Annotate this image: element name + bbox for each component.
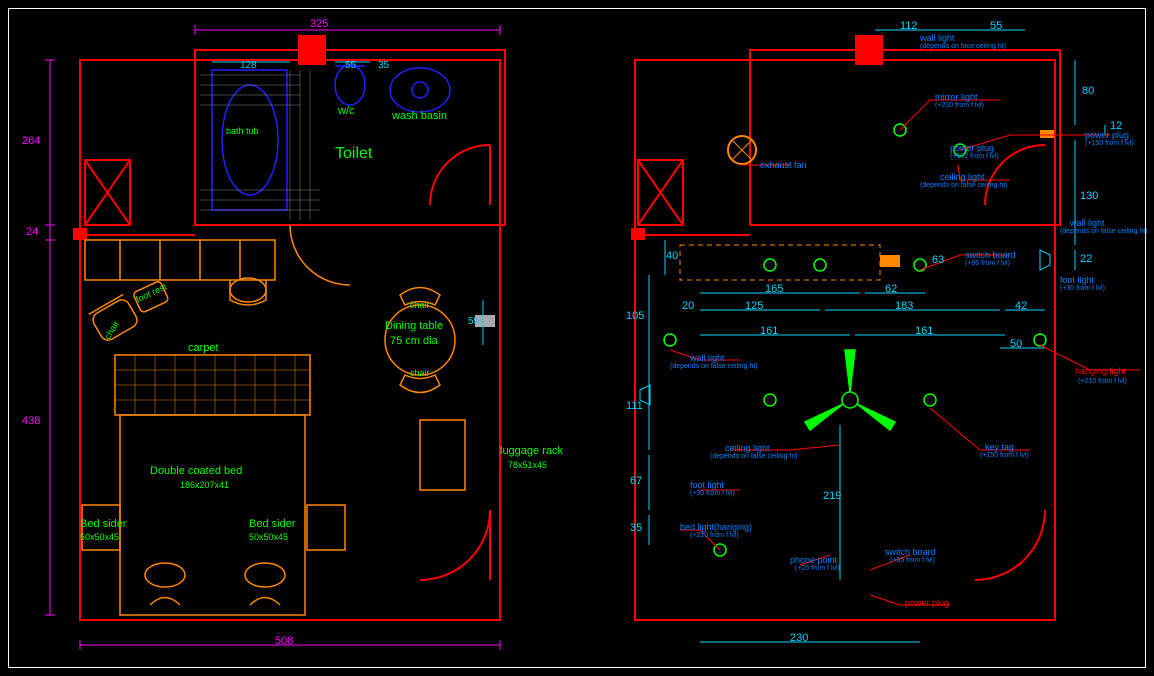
dim-l105: 105	[626, 310, 644, 322]
dim-63: 63	[932, 254, 944, 266]
lbl-power: power plug	[950, 143, 994, 153]
dim-230: 230	[790, 632, 808, 644]
lbl-power3: power plug	[905, 598, 949, 608]
dim-l40: 40	[666, 250, 678, 262]
dim-r-112: 112	[900, 20, 918, 32]
dim-r-80: 80	[1082, 85, 1094, 97]
lbl-power2-note: (+150 from f lvl)	[1085, 140, 1134, 147]
dim-r-55: 55	[990, 20, 1002, 32]
dim-l111: 111	[626, 400, 643, 412]
dim-161a: 161	[760, 325, 778, 337]
dim-62: 62	[885, 283, 897, 295]
dim-r-22: 22	[1080, 253, 1092, 265]
dim-r-130: 130	[1080, 190, 1098, 202]
lbl-ceiling2: ceiling light	[725, 443, 770, 453]
lbl-phone: phone point	[790, 555, 837, 565]
dim-42: 42	[1015, 300, 1027, 312]
lbl-wall3: wall light	[690, 353, 725, 363]
lbl-bedlight-note: (+210 from f lvl)	[690, 532, 739, 539]
lbl-footlight-note: (+30 from f lvl)	[1060, 285, 1105, 292]
lbl-ceiling2-note: (depends on false ceiling ht)	[710, 453, 798, 460]
lbl-wall2: wall light	[1070, 218, 1105, 228]
lbl-wall-light-note: (depends on face ceiling ht)	[920, 43, 1006, 50]
dim-l35: 35	[630, 522, 642, 534]
lbl-keytag-note: (+150 from f lvl)	[980, 452, 1029, 459]
dim-183: 183	[895, 300, 913, 312]
lbl-footlight2-note: (+30 from f lvl)	[690, 490, 735, 497]
dim-50: 50	[1010, 338, 1022, 350]
lbl-exhaust: exhaust fan	[760, 160, 807, 170]
dim-161b: 161	[915, 325, 933, 337]
lbl-footlight: foot light	[1060, 275, 1094, 285]
dim-l67: 67	[630, 475, 642, 487]
dim-20: 20	[682, 300, 694, 312]
lbl-ceiling: ceiling light	[940, 172, 985, 182]
lbl-hanging-note: (+210 from f lvl)	[1078, 378, 1127, 385]
lbl-switch2-note: (+65 from f lvl)	[890, 557, 935, 564]
lbl-wall-light: wall light	[920, 33, 955, 43]
lbl-ceiling-note: (depends on false ceiling ht)	[920, 182, 1008, 189]
lbl-power-note: (+182 from f lvl)	[950, 153, 999, 160]
lbl-hanging: hanging light	[1075, 366, 1126, 376]
lbl-mirror: mirror light	[935, 92, 978, 102]
lbl-mirror-note: (+200 from f lvl)	[935, 102, 984, 109]
lbl-bedlight: bed light(hanging)	[680, 522, 752, 532]
dim-165: 165	[765, 283, 783, 295]
lbl-switch-note: (+95 from f lvl)	[965, 260, 1010, 267]
lbl-phone-note: (+25 from f lvl)	[795, 565, 840, 572]
lbl-wall3-note: (depends on false ceiling ht)	[670, 363, 758, 370]
lbl-wall2-note: (depends on false ceiling ht)	[1060, 228, 1148, 235]
lbl-keytag: key tag	[985, 442, 1014, 452]
lbl-footlight2: foot light	[690, 480, 724, 490]
lbl-power2: power plug	[1085, 130, 1129, 140]
dim-219: 219	[823, 490, 841, 502]
lbl-switch: switch board	[965, 250, 1016, 260]
dim-125: 125	[745, 300, 763, 312]
lbl-switch2: switch board	[885, 547, 936, 557]
